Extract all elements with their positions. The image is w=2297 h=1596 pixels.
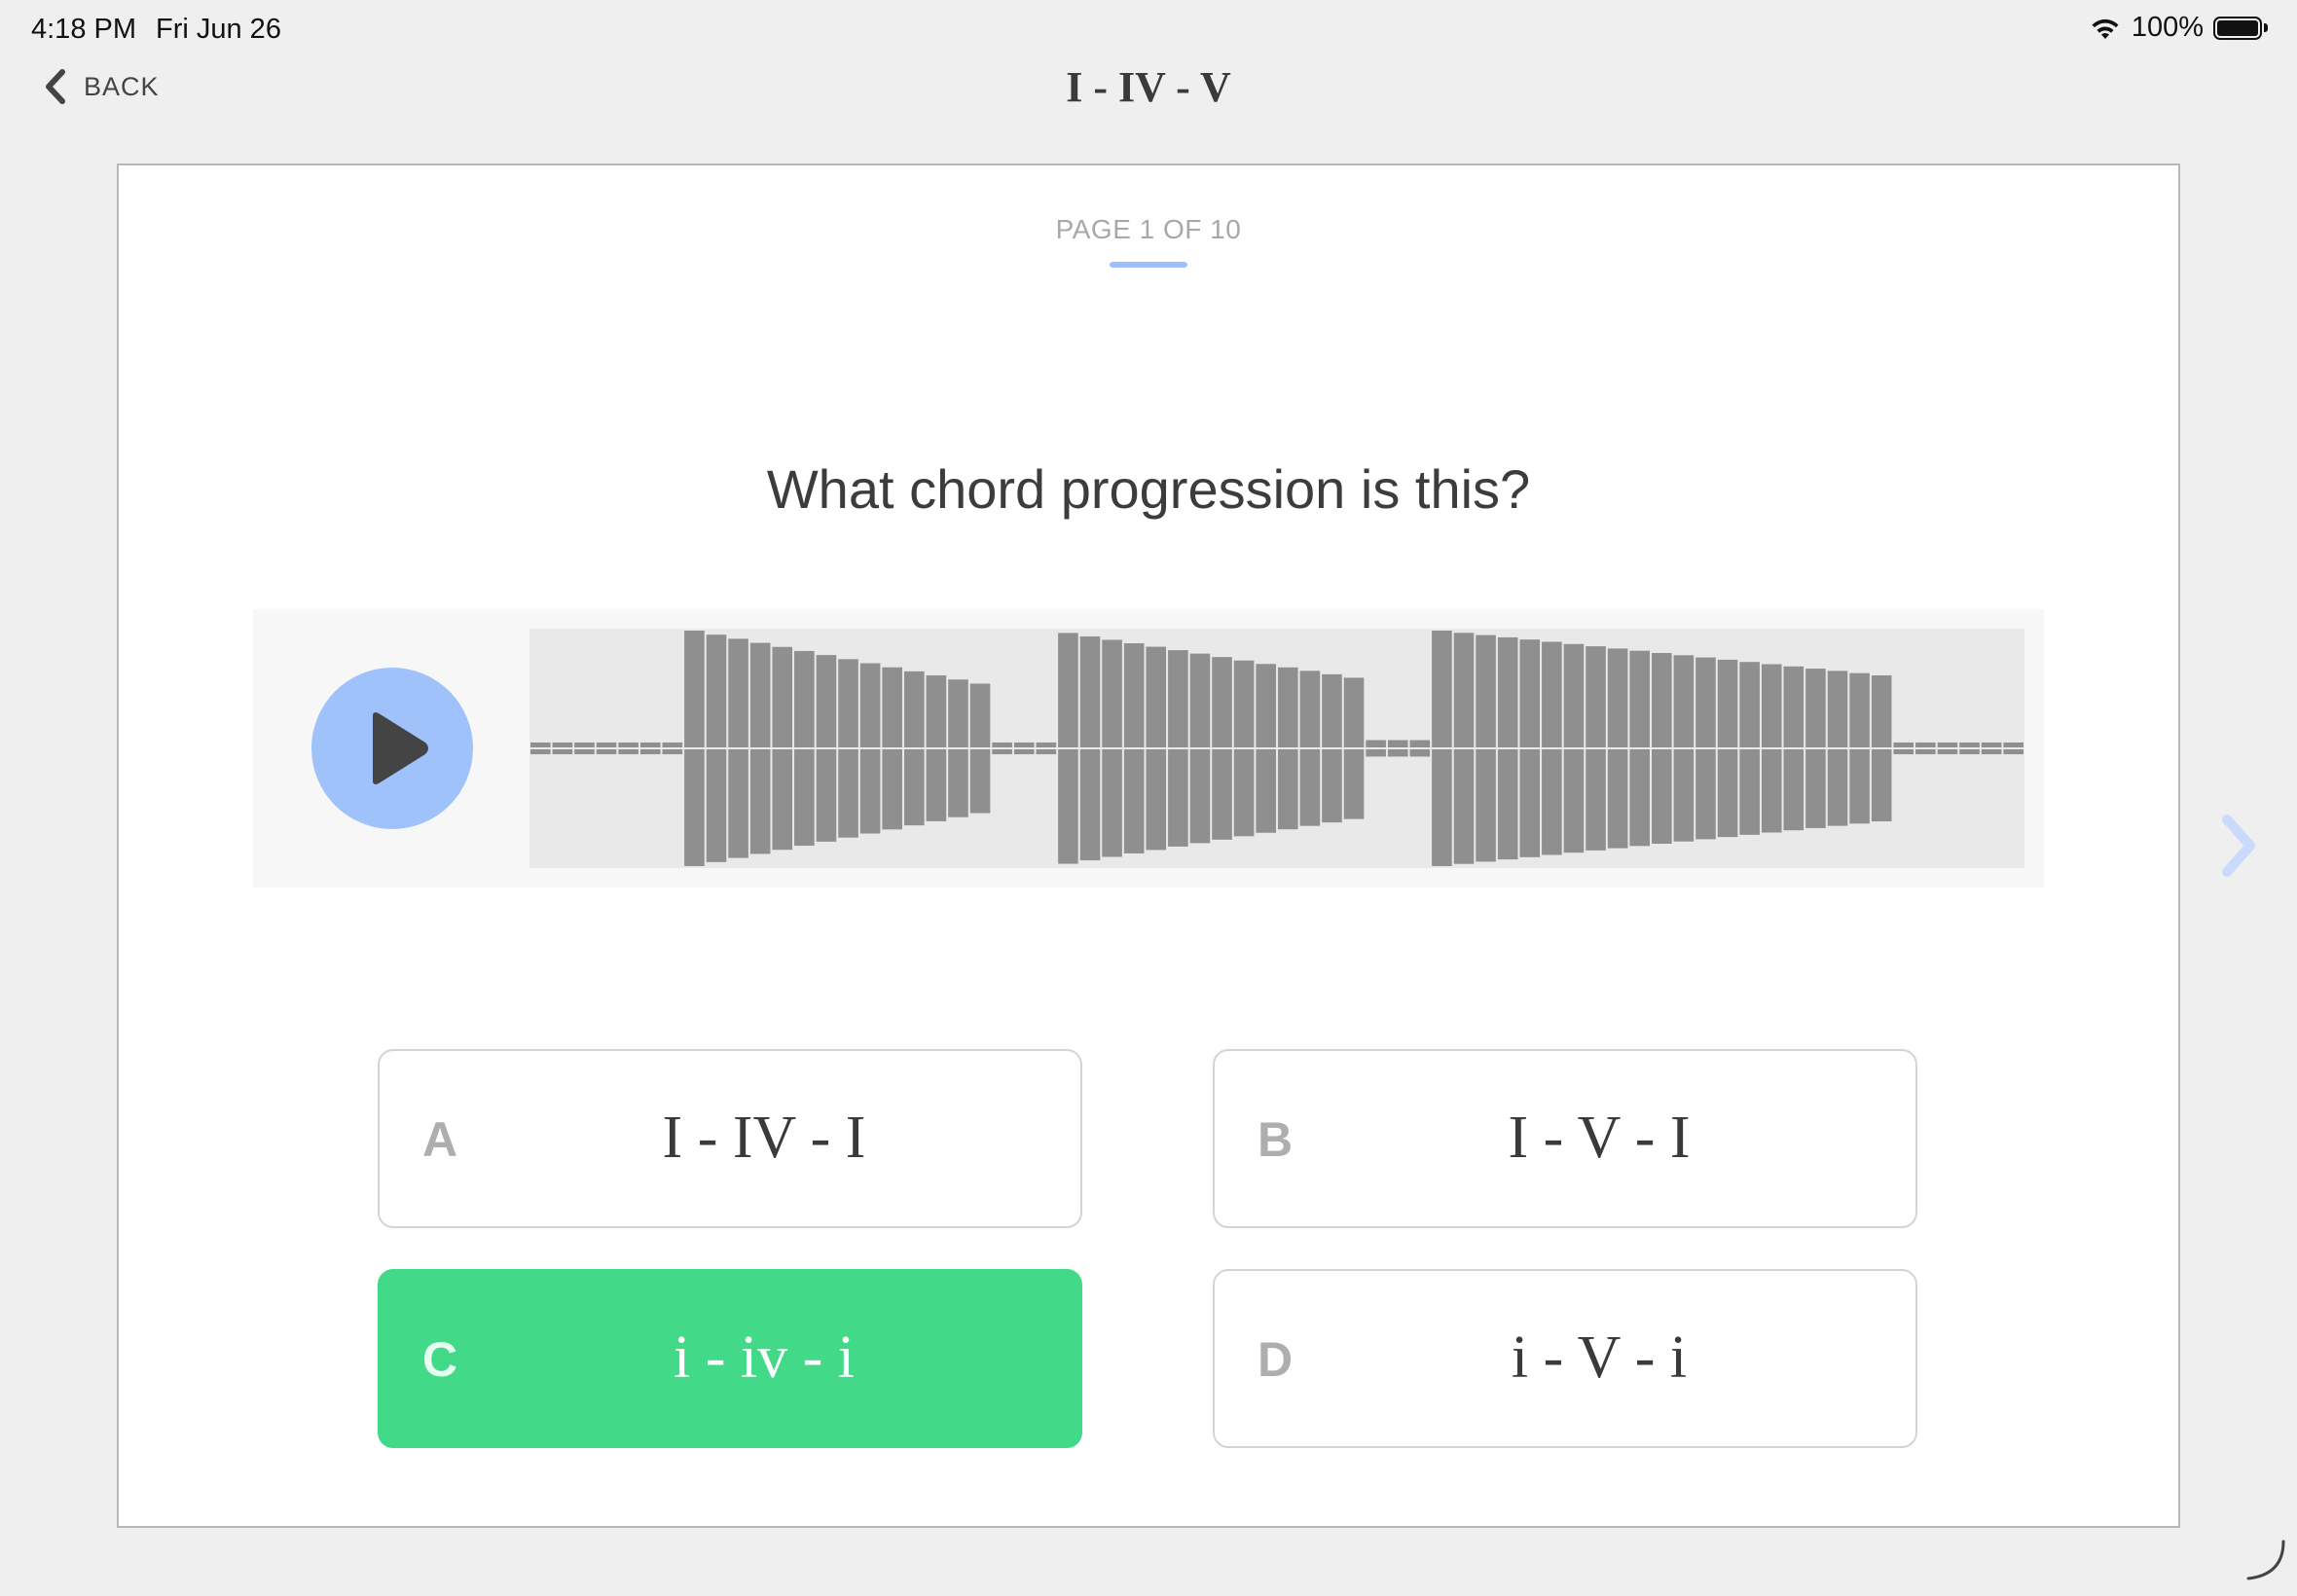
status-date: Fri Jun 26	[156, 14, 281, 45]
answer-text: i - iv - i	[674, 1324, 855, 1391]
status-time: 4:18 PM	[31, 14, 136, 45]
nav-bar: BACK I - IV - V	[0, 58, 2297, 123]
status-right: 100%	[2089, 12, 2268, 44]
play-icon	[373, 712, 428, 784]
answer-option-d[interactable]: D i - V - i	[1213, 1269, 1917, 1448]
battery-percent: 100%	[2131, 12, 2204, 43]
answer-option-c[interactable]: C i - iv - i	[378, 1269, 1082, 1448]
page-title: I - IV - V	[1066, 63, 1231, 111]
question-text: What chord progression is this?	[766, 458, 1531, 520]
audio-player	[253, 609, 2044, 888]
corner-arc-icon	[2246, 1540, 2285, 1580]
wifi-icon	[2092, 18, 2119, 39]
page-indicator: PAGE 1 OF 10	[1055, 214, 1242, 244]
answer-text: I - IV - I	[662, 1105, 866, 1171]
answer-option-a[interactable]: A I - IV - I	[378, 1049, 1082, 1228]
chevron-right-icon[interactable]	[2217, 812, 2260, 880]
answer-text: i - V - i	[1511, 1324, 1688, 1391]
waveform[interactable]	[529, 629, 2024, 868]
answer-letter: A	[422, 1112, 458, 1167]
status-time-group: 4:18 PM Fri Jun 26	[31, 14, 281, 46]
answer-text: I - V - I	[1508, 1105, 1691, 1171]
play-button[interactable]	[311, 668, 473, 829]
answer-option-b[interactable]: B I - V - I	[1213, 1049, 1917, 1228]
answer-letter: B	[1258, 1112, 1294, 1167]
answer-letter: D	[1258, 1332, 1294, 1387]
page-indicator-underline	[1110, 262, 1187, 268]
battery-icon	[2213, 16, 2268, 40]
status-bar: 4:18 PM Fri Jun 26 100%	[0, 0, 2297, 58]
quiz-card: PAGE 1 OF 10 What chord progression is t…	[117, 163, 2180, 1528]
answer-letter: C	[422, 1332, 458, 1387]
